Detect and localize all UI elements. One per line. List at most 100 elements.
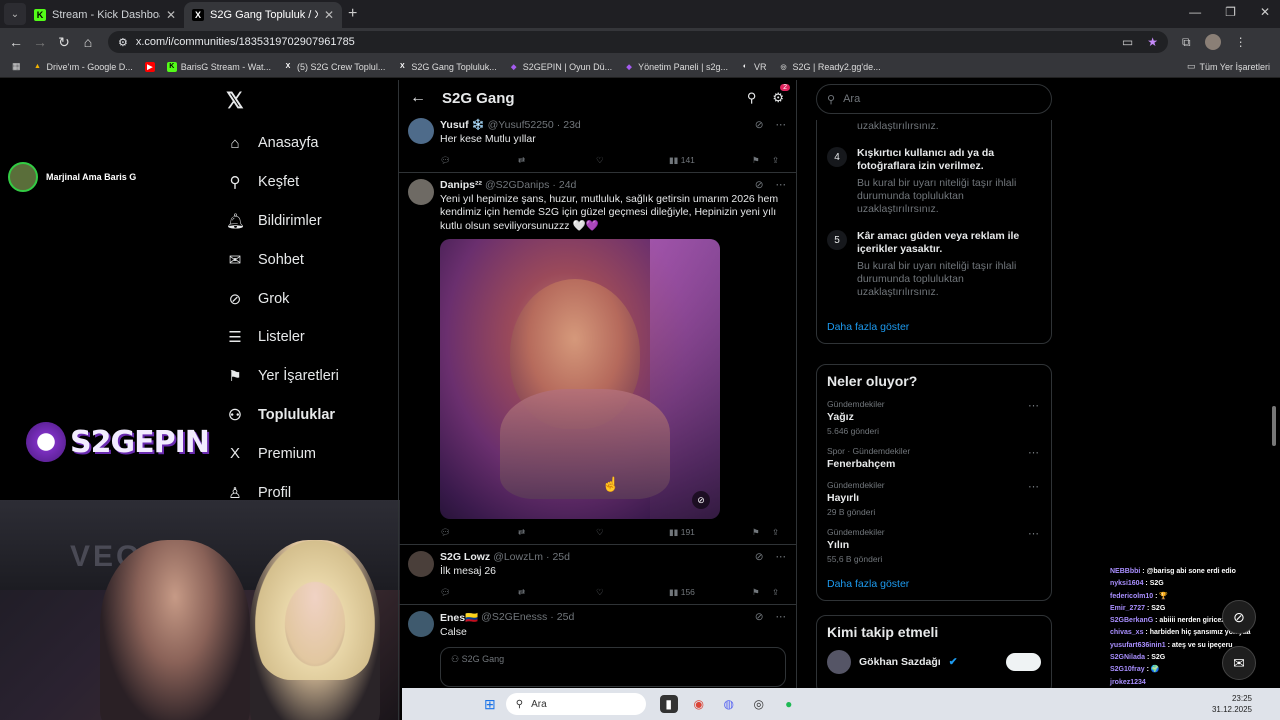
profile-avatar[interactable] — [1204, 34, 1221, 50]
bookmark-icon[interactable]: ⚑ — [752, 587, 772, 598]
share-icon[interactable]: ⇪ — [772, 527, 779, 538]
nav-home[interactable]: ⌂ Anasayfa — [226, 124, 396, 163]
avatar[interactable] — [408, 178, 434, 205]
grok-icon[interactable]: ⊘ — [755, 179, 764, 191]
avatar[interactable] — [408, 118, 434, 144]
x-logo-icon[interactable]: 𝕏 — [226, 88, 244, 114]
site-info-icon[interactable]: ⚙ — [118, 36, 128, 49]
follow-name[interactable]: Gökhan Sazdağı — [859, 656, 941, 668]
forward-icon[interactable]: → — [28, 34, 52, 50]
post-time[interactable]: 25d — [557, 611, 575, 623]
post[interactable]: S2G Lowz @LowzLm · 25d ⊘ ⋯ İlk mesaj 26 💬… — [398, 545, 796, 605]
search-icon[interactable]: ⚲ — [747, 90, 757, 106]
bookmark-yonetim[interactable]: ◆ Yönetim Paneli | s2g... — [624, 62, 728, 72]
bookmark-s2g-crew[interactable]: X (5) S2G Crew Toplul... — [283, 62, 386, 72]
post-handle[interactable]: @S2GEnesss — [481, 611, 547, 623]
bookmark-icon[interactable]: ⚑ — [752, 155, 772, 166]
post-handle[interactable]: @Yusuf52250 — [488, 119, 554, 131]
bookmark-star-icon[interactable]: ★ — [1147, 35, 1158, 49]
close-icon[interactable]: ✕ — [324, 8, 334, 22]
grok-icon[interactable]: ⊘ — [755, 551, 764, 563]
more-icon[interactable]: ⋯ — [776, 611, 787, 623]
taskbar-search[interactable]: ⚲ Ara — [505, 693, 646, 715]
more-icon[interactable]: ⋯ — [776, 551, 787, 563]
nav-bookmarks[interactable]: ⚑ Yer İşaretleri — [226, 357, 396, 396]
nav-chat[interactable]: ✉ Sohbet — [226, 240, 396, 279]
tab-s2g-gang[interactable]: X S2G Gang Topluluk / X ✕ — [184, 2, 342, 28]
grok-floating-icon[interactable]: ⊘ — [1222, 600, 1256, 634]
post[interactable]: Enes🇨🇴 @S2GEnesss · 25d ⊘ ⋯ Calse ⚇ S2G G… — [398, 605, 796, 694]
avatar[interactable] — [408, 610, 434, 637]
trend-item[interactable]: Gündemdekiler Yılın 55,6 B gönderi ⋯ — [827, 527, 1041, 564]
nav-notifications[interactable]: 🔔︎ Bildirimler — [226, 202, 396, 241]
post-time[interactable]: 23d — [563, 119, 581, 131]
show-more-link[interactable]: Daha fazla göster — [827, 321, 1041, 333]
more-icon[interactable]: ⋯ — [776, 119, 787, 131]
steam-icon[interactable]: ◎ — [750, 695, 768, 713]
post-handle[interactable]: @S2GDanips — [485, 179, 549, 191]
tab-kick-dashboard[interactable]: K Stream - Kick Dashboard ✕ — [26, 2, 184, 28]
post-time[interactable]: 25d — [552, 551, 570, 563]
post-author[interactable]: Enes🇨🇴 — [440, 611, 478, 624]
messages-floating-icon[interactable]: ✉ — [1222, 646, 1256, 680]
repost-icon[interactable]: ⇄ — [518, 527, 596, 538]
reload-icon[interactable]: ↻ — [52, 34, 76, 51]
menu-icon[interactable]: ⋮ — [1235, 35, 1247, 49]
windows-start-icon[interactable]: ⊞ — [484, 696, 496, 713]
bookmark-icon[interactable]: ⚑ — [752, 527, 772, 538]
close-icon[interactable]: ✕ — [166, 8, 176, 22]
post-handle[interactable]: @LowzLm — [493, 551, 543, 563]
search-input[interactable]: ⚲ Ara — [816, 84, 1052, 114]
like-icon[interactable]: ♡ — [596, 587, 669, 598]
cast-icon[interactable]: ▭ — [1122, 35, 1133, 49]
trend-item[interactable]: Spor · Gündemdekiler Fenerbahçem ⋯ — [827, 446, 1041, 470]
trend-item[interactable]: Gündemdekiler Hayırlı 29 B gönderi ⋯ — [827, 480, 1041, 517]
nav-lists[interactable]: ☰ Listeler — [226, 318, 396, 357]
post-image[interactable]: ⊘ — [440, 239, 720, 519]
like-icon[interactable]: ♡ — [596, 527, 669, 538]
follow-button[interactable] — [1006, 653, 1041, 671]
follow-suggestion[interactable]: Gökhan Sazdağı ✔ — [827, 650, 1041, 674]
nav-explore[interactable]: ⚲ Keşfet — [226, 163, 396, 202]
bookmark-ready2gg[interactable]: ◎ S2G | Ready2.gg'de... — [779, 62, 880, 72]
back-icon[interactable]: ← — [4, 34, 28, 50]
post-author[interactable]: Danips²² — [440, 179, 482, 191]
share-icon[interactable]: ⇪ — [772, 155, 779, 166]
bookmark-s2gepin[interactable]: ◆ S2GEPIN | Oyun Dü... — [509, 62, 612, 72]
scrollbar[interactable] — [1272, 406, 1276, 446]
post-time[interactable]: 24d — [559, 179, 577, 191]
tab-search-button[interactable]: ⌄ — [4, 3, 26, 25]
apps-icon[interactable]: ▦ — [12, 61, 21, 72]
post[interactable]: Yusuf ❄️ @Yusuf52250 · 23d ⊘ ⋯ Her kese M… — [398, 112, 796, 173]
views-icon[interactable]: ▮▮ 156 — [669, 587, 752, 598]
post-author[interactable]: S2G Lowz — [440, 551, 490, 563]
home-icon[interactable]: ⌂ — [76, 34, 100, 50]
reply-icon[interactable]: 💬︎ — [440, 155, 518, 166]
bookmark-barisg-stream[interactable]: K BarisG Stream - Wat... — [166, 61, 271, 72]
all-bookmarks[interactable]: ▭ Tüm Yer İşaretleri — [1187, 61, 1270, 72]
close-window-icon[interactable]: ✕ — [1260, 5, 1270, 19]
grok-icon[interactable]: ⊘ — [755, 119, 764, 131]
chrome-icon[interactable]: ◉ — [690, 695, 708, 713]
nav-communities[interactable]: ⚇ Topluluklar — [226, 396, 396, 435]
reply-icon[interactable]: 💬︎ — [440, 587, 518, 598]
discord-icon[interactable]: ◍ — [720, 695, 738, 713]
file-explorer-icon[interactable]: ▮ — [659, 695, 678, 713]
repost-icon[interactable]: ⇄ — [518, 155, 596, 166]
nav-premium[interactable]: X Premium — [226, 434, 396, 473]
more-icon[interactable]: ⋯ — [1028, 480, 1039, 493]
more-icon[interactable]: ⋯ — [1028, 527, 1039, 540]
bookmark-vr[interactable]: ◐ VR — [740, 62, 767, 72]
show-more-link[interactable]: Daha fazla göster — [827, 578, 1041, 590]
more-icon[interactable]: ⋯ — [1028, 446, 1039, 459]
settings-icon[interactable]: ⚙ 2 — [772, 84, 790, 106]
more-icon[interactable]: ⋯ — [776, 179, 787, 191]
reply-icon[interactable]: 💬︎ — [440, 527, 518, 538]
like-icon[interactable]: ♡ — [596, 155, 669, 166]
bookmark-s2g-gang[interactable]: X S2G Gang Topluluk... — [397, 62, 497, 72]
bookmark-drive[interactable]: ▲ Drive'ım - Google D... — [33, 62, 133, 72]
more-icon[interactable]: ⋯ — [1028, 399, 1039, 412]
post[interactable]: Danips²² @S2GDanips · 24d ⊘ ⋯ Yeni yıl he… — [398, 173, 796, 545]
grok-image-icon[interactable]: ⊘ — [692, 491, 710, 509]
nav-grok[interactable]: ⊘ Grok — [226, 279, 396, 318]
